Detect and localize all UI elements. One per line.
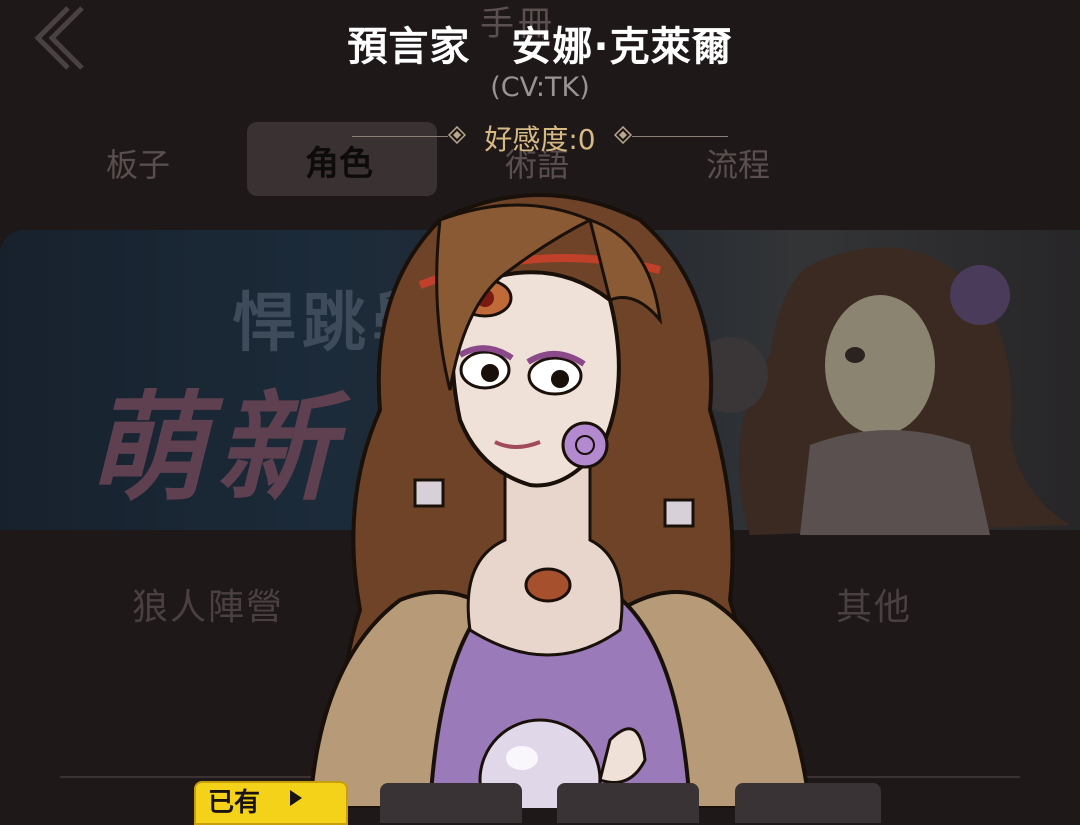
camp-other[interactable]: 其他 (836, 578, 912, 630)
character-title: 預言家 安娜·克萊爾 (347, 24, 733, 70)
affection-value: 好感度:0 (484, 123, 596, 156)
skin-thumb[interactable] (557, 783, 699, 823)
skin-thumb[interactable] (735, 783, 881, 823)
voice-actor: (CV:TK) (490, 72, 590, 103)
affection-line-right (632, 136, 728, 137)
camp-werewolf[interactable]: 狼人陣營 (132, 578, 284, 630)
skin-thumb[interactable] (380, 783, 522, 823)
affection-row: 好感度:0 (0, 116, 1080, 156)
owned-badge-label: 已有 (208, 788, 261, 818)
seer-character-portrait (307, 193, 810, 808)
arrow-right-icon (290, 790, 302, 806)
diamond-icon (614, 126, 632, 144)
